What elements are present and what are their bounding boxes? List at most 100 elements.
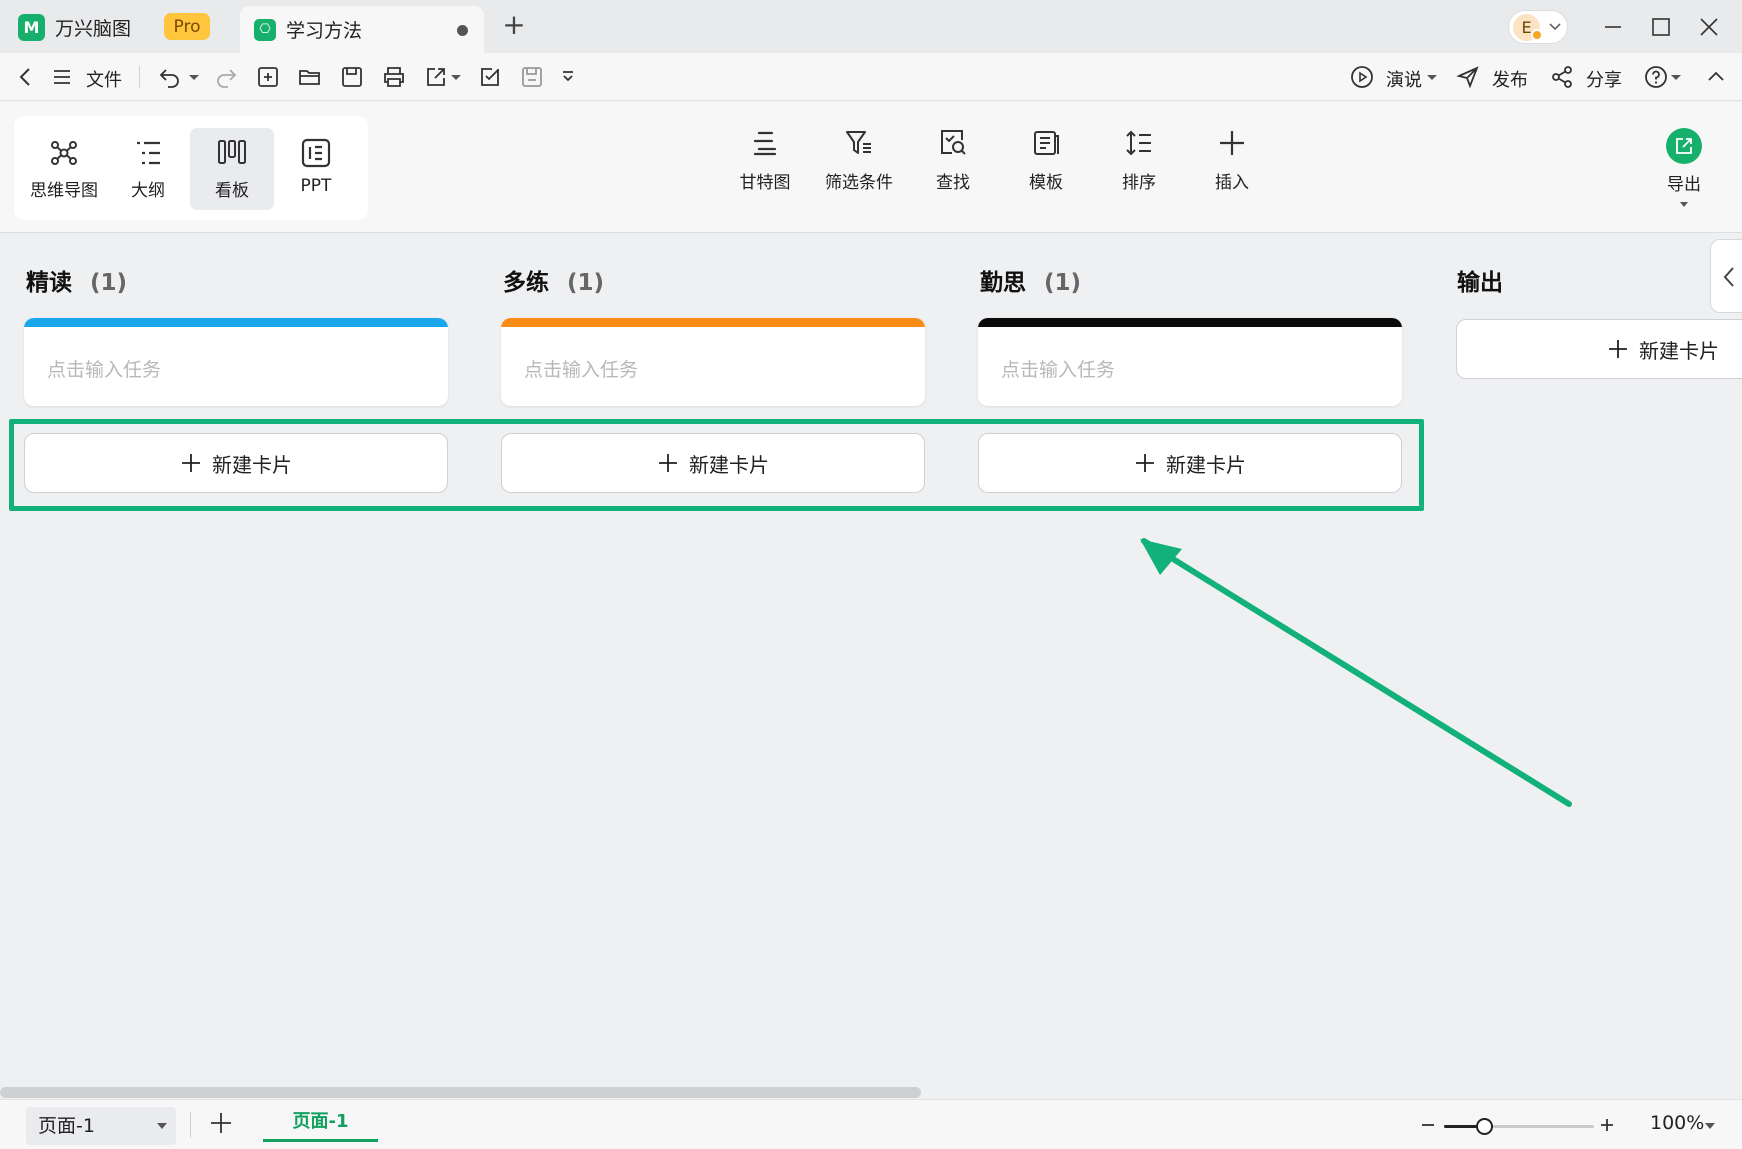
help-dropdown-icon[interactable] (1664, 65, 1688, 89)
share-button[interactable]: 分享 (1586, 66, 1622, 92)
redo-icon[interactable] (214, 65, 238, 89)
divider (139, 66, 140, 88)
app-logo-icon: M (18, 13, 45, 41)
horizontal-scrollbar[interactable] (0, 1085, 1742, 1099)
new-card-button[interactable]: 新建卡片 (1456, 319, 1742, 379)
sort-icon (1126, 130, 1151, 156)
publish-icon[interactable] (1456, 65, 1480, 89)
column-count: (1) (90, 270, 128, 296)
column-name: 精读 (26, 270, 72, 296)
back-icon[interactable] (14, 65, 38, 89)
share-icon[interactable] (1550, 65, 1574, 89)
template-button[interactable]: 模板 (1001, 128, 1091, 193)
minimize-icon[interactable] (1600, 14, 1626, 40)
present-button[interactable]: 演说 (1386, 66, 1422, 92)
more-tools-icon[interactable] (556, 65, 580, 89)
view-label: 大纲 (131, 181, 165, 201)
unsaved-dot-icon[interactable] (457, 25, 468, 36)
save-icon[interactable] (340, 65, 364, 89)
present-icon[interactable] (1350, 65, 1374, 89)
view-label: PPT (300, 176, 332, 196)
find-button[interactable]: 查找 (908, 128, 998, 193)
side-panel-toggle[interactable] (1710, 239, 1742, 313)
page-select-value: 页面-1 (38, 1115, 95, 1137)
account-menu[interactable]: E (1508, 10, 1568, 44)
divider (190, 1112, 191, 1138)
insert-button[interactable]: 插入 (1187, 128, 1277, 193)
task-input[interactable]: 点击输入任务 (47, 355, 161, 382)
zoom-in-icon[interactable] (1599, 1112, 1615, 1138)
chevron-down-icon (157, 1123, 167, 1129)
maximize-icon[interactable] (1648, 14, 1674, 40)
card-color-bar (24, 318, 448, 327)
task-input[interactable]: 点击输入任务 (1001, 355, 1115, 382)
gantt-button[interactable]: 甘特图 (720, 128, 810, 193)
document-tab[interactable]: ⎔ 学习方法 (240, 6, 484, 53)
tool-label: 排序 (1122, 173, 1156, 193)
quick-toolbar: 文件 演说 发布 分享 (0, 53, 1742, 101)
close-icon[interactable] (1696, 14, 1722, 40)
chevron-down-icon (1549, 23, 1561, 31)
template-icon (1034, 131, 1059, 155)
new-tab-button[interactable]: + (500, 11, 528, 40)
column-title[interactable]: 勤思 (1) (980, 263, 1081, 297)
column-count: (1) (1044, 270, 1082, 296)
new-card-label: 新建卡片 (1639, 338, 1719, 363)
annotation-highlight-box (9, 419, 1424, 511)
publish-button[interactable]: 发布 (1492, 66, 1528, 92)
ribbon: 思维导图 大纲 看板 PPT 甘特图 筛选条件 查找 模板 排序 插入 导出 (0, 102, 1742, 233)
export-dropdown-icon[interactable] (1679, 201, 1689, 208)
undo-icon[interactable] (158, 65, 182, 89)
chevron-left-icon (1723, 267, 1734, 287)
zoom-slider[interactable] (1444, 1118, 1594, 1135)
print-icon[interactable] (382, 65, 406, 89)
outline-icon (137, 141, 160, 165)
filter-icon (846, 131, 871, 154)
export-label: 导出 (1667, 175, 1701, 195)
task-input[interactable]: 点击输入任务 (524, 355, 638, 382)
column-title[interactable]: 精读 (1) (26, 263, 127, 297)
save-as-icon[interactable] (520, 65, 544, 89)
new-file-icon[interactable] (256, 65, 280, 89)
view-kanban[interactable]: 看板 (190, 128, 274, 210)
column-count: (1) (567, 270, 605, 296)
collapse-ribbon-icon[interactable] (1704, 65, 1728, 89)
kanban-board: 精读 (1) 点击输入任务 新建卡片 多练 (1) 点击输入任务 新建卡片 勤思 (1… (0, 233, 1742, 1085)
gantt-icon (753, 131, 777, 156)
view-ppt[interactable]: PPT (274, 128, 358, 210)
checklist-icon[interactable] (478, 65, 502, 89)
task-card[interactable]: 点击输入任务 (24, 318, 448, 406)
file-menu[interactable]: 文件 (86, 66, 122, 92)
view-mindmap[interactable]: 思维导图 (22, 128, 106, 210)
zoom-value[interactable]: 100% (1650, 1112, 1704, 1134)
view-outline[interactable]: 大纲 (106, 128, 190, 210)
filter-button[interactable]: 筛选条件 (814, 128, 904, 193)
scrollbar-thumb[interactable] (0, 1087, 921, 1098)
view-switcher: 思维导图 大纲 看板 PPT (14, 116, 368, 220)
present-dropdown-icon[interactable] (1420, 65, 1444, 89)
pro-badge[interactable]: Pro (164, 13, 210, 40)
zoom-slider-knob[interactable] (1476, 1118, 1493, 1135)
sort-button[interactable]: 排序 (1094, 128, 1184, 193)
column-title[interactable]: 输出 (1457, 263, 1503, 297)
zoom-dropdown-icon[interactable] (1704, 1122, 1716, 1130)
status-bar: 页面-1 页面-1 100% (0, 1099, 1742, 1149)
tool-label: 插入 (1215, 173, 1249, 193)
export-button[interactable]: 导出 (1648, 128, 1720, 208)
open-folder-icon[interactable] (298, 65, 322, 89)
page-tab-active[interactable]: 页面-1 (263, 1108, 378, 1142)
menu-icon[interactable] (50, 65, 74, 89)
zoom-out-icon[interactable] (1420, 1112, 1436, 1138)
column-name: 勤思 (980, 270, 1026, 296)
insert-icon (1220, 131, 1244, 155)
undo-dropdown-icon[interactable] (182, 65, 206, 89)
app-tab[interactable]: M 万兴脑图 (18, 11, 131, 43)
column-title[interactable]: 多练 (1) (503, 263, 604, 297)
task-card[interactable]: 点击输入任务 (978, 318, 1402, 406)
add-page-icon[interactable] (208, 1110, 234, 1136)
column-name: 输出 (1457, 270, 1503, 296)
task-card[interactable]: 点击输入任务 (501, 318, 925, 406)
find-icon (941, 130, 966, 155)
page-select[interactable]: 页面-1 (26, 1107, 176, 1145)
export-dropdown-icon[interactable] (444, 65, 468, 89)
